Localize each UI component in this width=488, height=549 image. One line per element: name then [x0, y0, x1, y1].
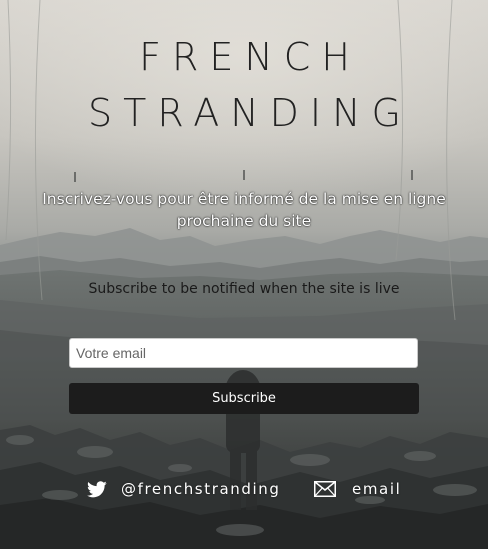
email-link[interactable]: email	[314, 476, 401, 502]
site-title-line-1: FRENCH	[139, 35, 361, 79]
email-link-label: email	[352, 480, 402, 498]
envelope-icon	[314, 481, 336, 497]
twitter-bird-icon	[87, 480, 107, 498]
twitter-link[interactable]: @frenchstranding	[87, 476, 281, 502]
email-input[interactable]	[69, 338, 418, 368]
french-subscribe-text: Inscrivez-vous pour être informé de la m…	[42, 190, 446, 230]
site-title-line-2: STRANDING	[88, 91, 412, 135]
subscribe-button[interactable]: Subscribe	[69, 383, 419, 414]
landing-content: FRENCH STRANDING Inscrivez-vous pour êtr…	[0, 0, 488, 549]
english-subscribe-text: Subscribe to be notified when the site i…	[88, 281, 400, 297]
twitter-handle-label: @frenchstranding	[121, 480, 281, 498]
